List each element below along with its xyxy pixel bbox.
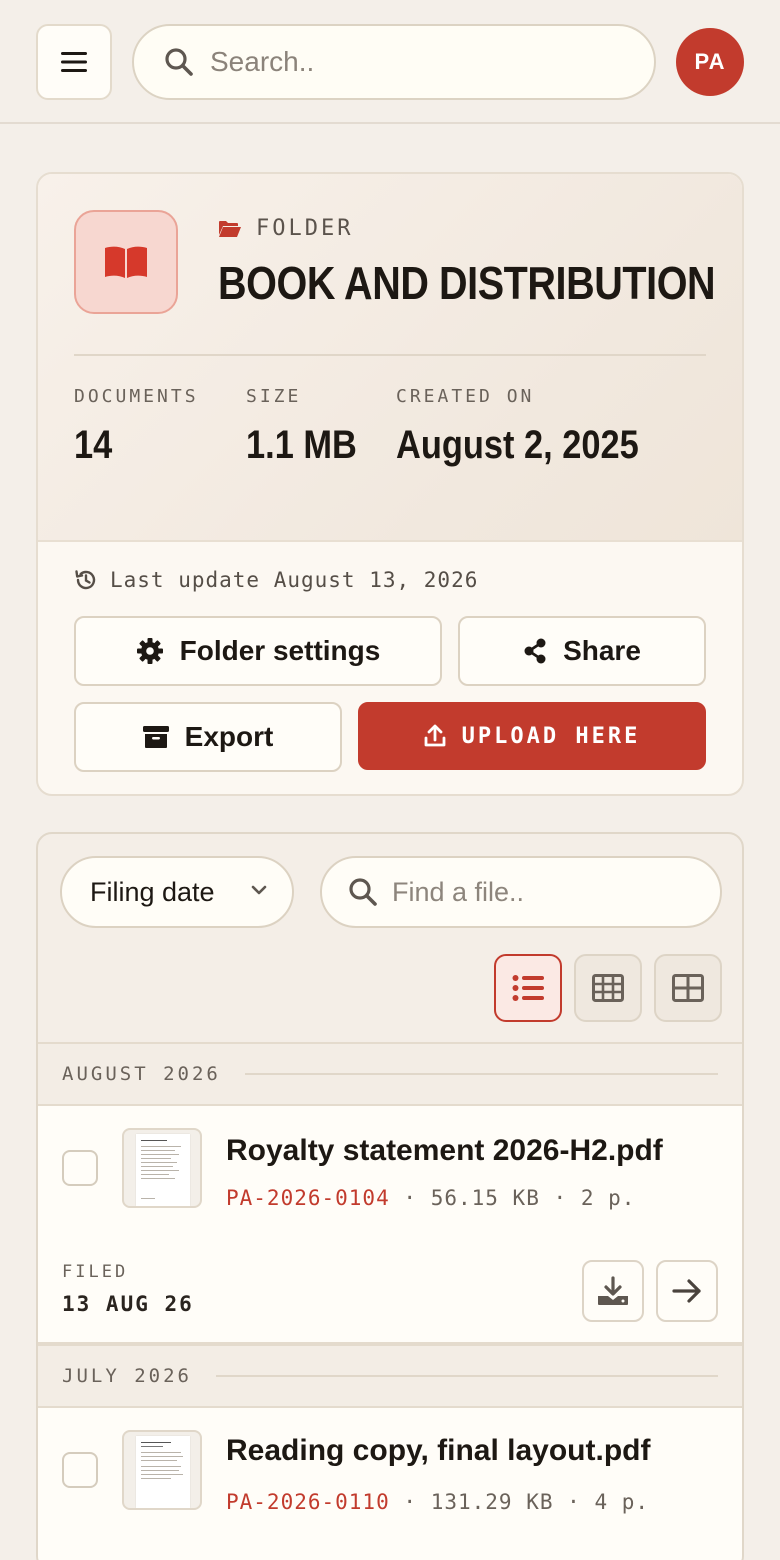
meta-separator: · (553, 1186, 568, 1210)
folder-title: BOOK AND DISTRIBUTION (218, 257, 716, 309)
search-icon (165, 48, 193, 76)
search-icon (349, 878, 377, 906)
share-icon (524, 638, 546, 664)
group-header-july: JULY 2026 (38, 1344, 742, 1408)
grid-view-button[interactable] (654, 954, 722, 1022)
gear-icon (136, 638, 163, 664)
folder-header: FOLDER BOOK AND DISTRIBUTION DOCUMENTS 1… (38, 174, 742, 542)
file-pages: 4 p. (594, 1490, 650, 1514)
history-icon (75, 570, 96, 590)
file-reference: PA-2026-0110 (226, 1490, 390, 1514)
folder-settings-button[interactable]: Folder settings (74, 616, 442, 686)
stat-value: 1.1 MB (246, 423, 357, 467)
last-update: Last update August 13, 2026 (74, 568, 478, 592)
book-icon (105, 246, 147, 278)
filed-label: FILED (62, 1262, 129, 1282)
group-divider (215, 1375, 718, 1377)
meta-separator: · (403, 1186, 418, 1210)
folder-icon-tile (74, 210, 178, 314)
arrow-right-icon (672, 1279, 701, 1303)
grid-icon (672, 974, 704, 1002)
stat-label: CREATED ON (396, 386, 535, 407)
file-size: 56.15 KB (430, 1186, 540, 1210)
file-thumbnail (122, 1128, 202, 1208)
stat-label: DOCUMENTS (74, 386, 199, 407)
list-view-button[interactable] (494, 954, 562, 1022)
folder-kicker-label: FOLDER (256, 216, 354, 241)
upload-label: UPLOAD HERE (461, 723, 641, 749)
share-label: Share (563, 635, 641, 666)
list-icon (512, 975, 544, 1001)
file-name[interactable]: Royalty statement 2026-H2.pdf (226, 1134, 663, 1168)
meta-separator: · (403, 1490, 418, 1514)
folder-kicker: FOLDER (218, 216, 353, 241)
global-search-input[interactable]: Search.. (132, 24, 656, 100)
stat-documents: DOCUMENTS 14 (74, 386, 199, 468)
stat-size: SIZE 1.1 MB (246, 386, 375, 468)
file-checkbox[interactable] (62, 1150, 98, 1186)
file-meta: PA-2026-0110 · 131.29 KB · 4 p. (226, 1490, 649, 1514)
stat-value: August 2, 2025 (396, 423, 639, 467)
file-name[interactable]: Reading copy, final layout.pdf (226, 1434, 650, 1468)
group-divider (244, 1073, 718, 1075)
file-thumbnail (122, 1430, 202, 1510)
stat-value: 14 (74, 423, 113, 467)
download-icon (598, 1276, 628, 1305)
group-label: AUGUST 2026 (62, 1063, 221, 1085)
share-button[interactable]: Share (458, 616, 706, 686)
archive-icon (142, 726, 169, 748)
chevron-down-icon (251, 885, 267, 895)
pdf-preview-icon (136, 1436, 190, 1508)
files-panel: Filing date Find a file.. AUGUST 2026 Ro… (36, 832, 744, 1560)
file-row[interactable]: Royalty statement 2026-H2.pdf PA-2026-01… (38, 1106, 742, 1344)
upload-icon (424, 724, 446, 747)
file-size: 131.29 KB (430, 1490, 554, 1514)
file-reference: PA-2026-0104 (226, 1186, 390, 1210)
sort-select[interactable]: Filing date (60, 856, 294, 928)
export-button[interactable]: Export (74, 702, 342, 772)
table-icon (592, 974, 624, 1002)
divider (74, 354, 706, 356)
file-checkbox[interactable] (62, 1452, 98, 1488)
stat-created: CREATED ON August 2, 2025 (396, 386, 678, 468)
find-file-placeholder: Find a file.. (392, 876, 525, 907)
meta-separator: · (567, 1490, 581, 1514)
last-update-text: Last update August 13, 2026 (110, 568, 479, 592)
menu-button[interactable] (36, 24, 112, 100)
upload-here-button[interactable]: UPLOAD HERE (358, 702, 706, 770)
search-placeholder: Search.. (210, 46, 315, 77)
group-header-august: AUGUST 2026 (38, 1042, 742, 1106)
folder-open-icon (219, 220, 241, 237)
sort-selected-value: Filing date (90, 876, 215, 907)
folder-settings-label: Folder settings (179, 635, 381, 666)
compact-grid-view-button[interactable] (574, 954, 642, 1022)
download-button[interactable] (582, 1260, 644, 1322)
export-label: Export (184, 721, 274, 752)
hamburger-icon (61, 52, 87, 72)
top-bar: Search.. PA (0, 0, 780, 124)
group-label: JULY 2026 (62, 1365, 192, 1387)
find-file-input[interactable]: Find a file.. (320, 856, 722, 928)
file-meta: PA-2026-0104 · 56.15 KB · 2 p. (226, 1186, 635, 1210)
user-avatar[interactable]: PA (676, 28, 744, 96)
pdf-preview-icon (136, 1134, 190, 1206)
folder-card: FOLDER BOOK AND DISTRIBUTION DOCUMENTS 1… (36, 172, 744, 796)
filed-date: 13 AUG 26 (62, 1292, 194, 1316)
file-row[interactable]: Reading copy, final layout.pdf PA-2026-0… (38, 1408, 742, 1560)
stat-label: SIZE (246, 386, 302, 407)
open-file-button[interactable] (656, 1260, 718, 1322)
file-pages: 2 p. (580, 1186, 636, 1210)
